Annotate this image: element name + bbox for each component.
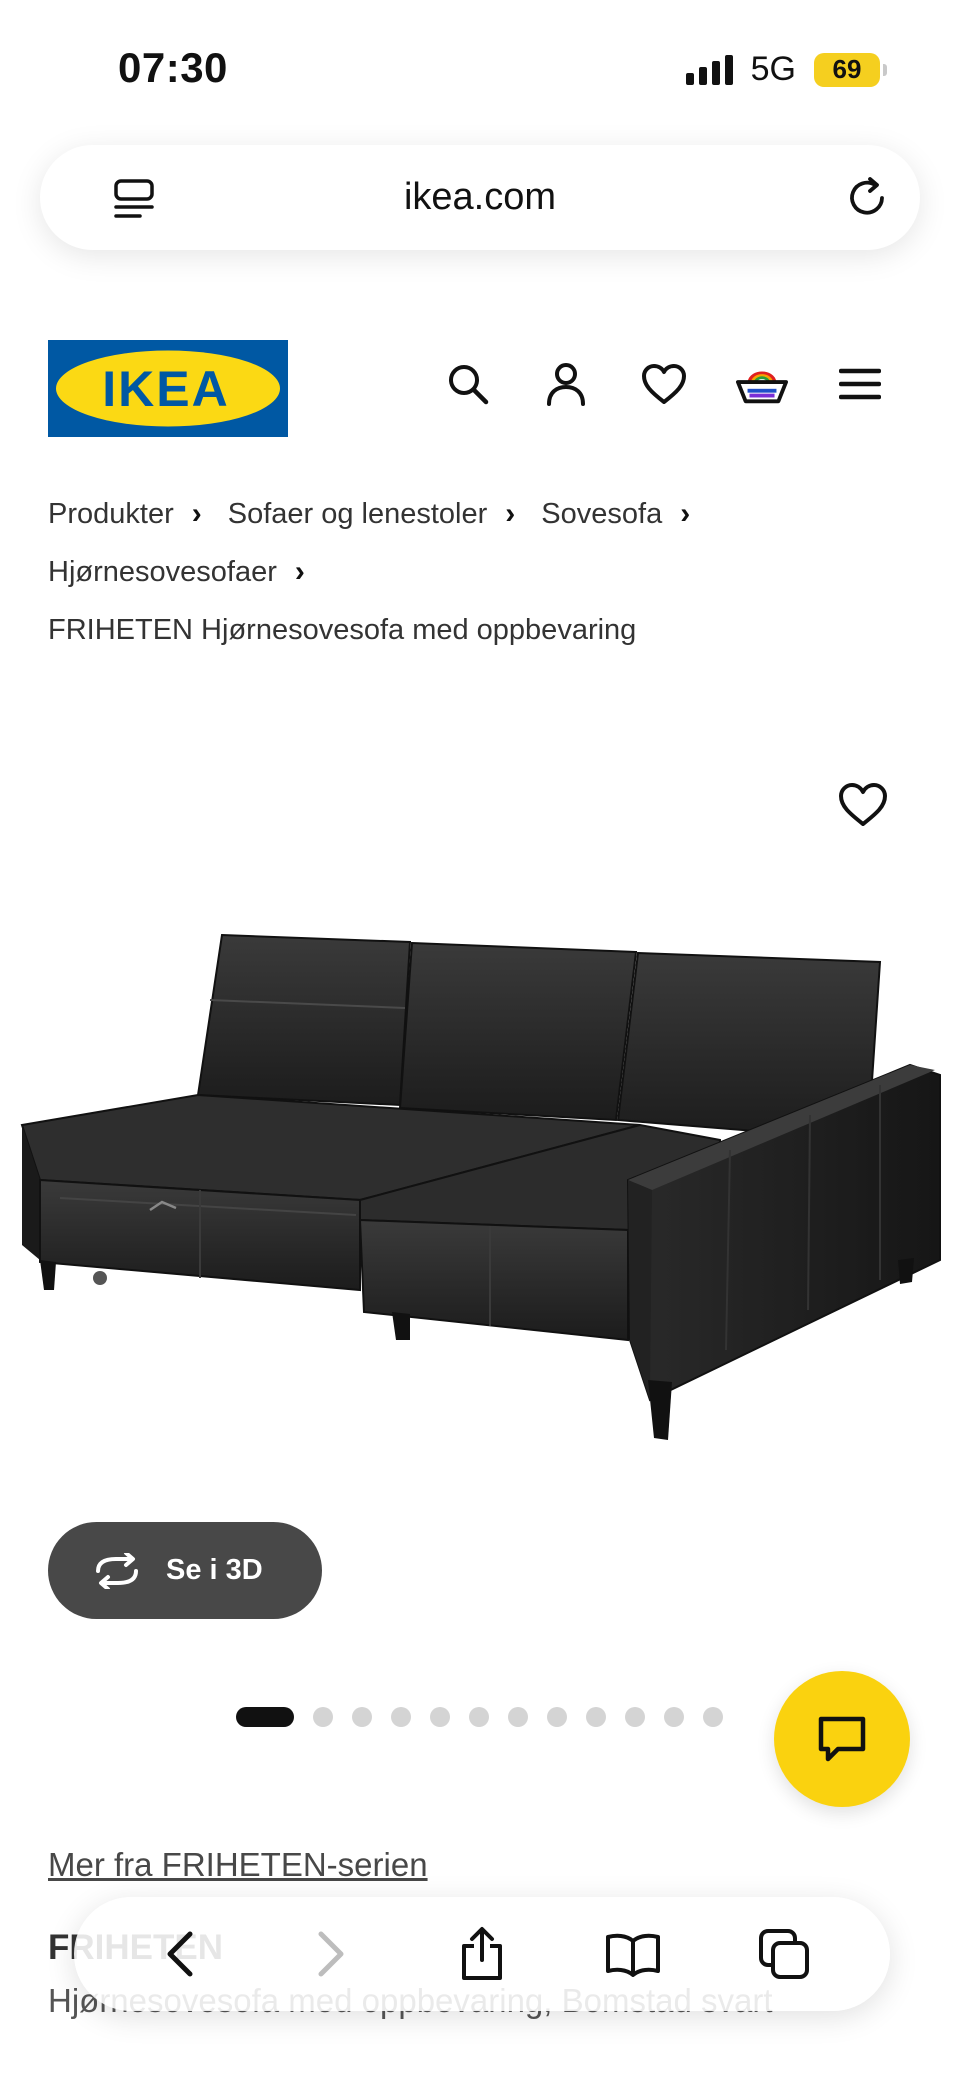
status-indicators: 5G 69 — [685, 50, 887, 89]
bookmarks-button[interactable] — [602, 1923, 664, 1985]
carousel-dot[interactable] — [352, 1707, 372, 1727]
series-link[interactable]: Mer fra FRIHETEN-serien — [48, 1846, 428, 1884]
logo-text: IKEA — [102, 361, 229, 417]
menu-icon[interactable] — [834, 358, 886, 410]
chevron-right-icon: › — [294, 555, 305, 588]
carousel-dot[interactable] — [391, 1707, 411, 1727]
carousel-dot[interactable] — [236, 1707, 294, 1727]
carousel-dot[interactable] — [703, 1707, 723, 1727]
network-type: 5G — [750, 50, 796, 88]
breadcrumb-item-hjornesovesofaer[interactable]: Hjørnesovesofaer — [48, 543, 277, 601]
reload-icon[interactable] — [844, 175, 890, 221]
page-menu-icon[interactable] — [112, 177, 156, 221]
view-3d-button[interactable]: Se i 3D — [48, 1522, 322, 1619]
view-3d-label: Se i 3D — [166, 1554, 263, 1586]
share-icon — [461, 1927, 502, 1980]
user-icon[interactable] — [540, 358, 592, 410]
breadcrumb-item-sofaer[interactable]: Sofaer og lenestoler — [228, 485, 488, 543]
carousel-dot[interactable] — [508, 1707, 528, 1727]
chat-button[interactable] — [774, 1671, 910, 1807]
carousel-dot[interactable] — [469, 1707, 489, 1727]
rotate-3d-icon — [96, 1552, 138, 1589]
breadcrumb-current: FRIHETEN Hjørnesovesofa med oppbevaring — [48, 614, 637, 646]
tabs-icon — [759, 1929, 810, 1979]
book-icon — [606, 1933, 661, 1977]
chevron-right-icon: › — [680, 497, 691, 530]
breadcrumb-item-sovesofa[interactable]: Sovesofa — [541, 485, 662, 543]
carousel-dot[interactable] — [586, 1707, 606, 1727]
chevron-right-icon: › — [191, 497, 202, 530]
carousel-dot[interactable] — [547, 1707, 567, 1727]
address-bar[interactable]: ikea.com — [40, 145, 920, 250]
status-bar: 07:30 5G 69 — [0, 0, 960, 130]
status-time: 07:30 — [118, 44, 228, 91]
forward-button[interactable] — [300, 1923, 362, 1985]
url-text[interactable]: ikea.com — [404, 176, 556, 219]
share-button[interactable] — [451, 1923, 513, 1985]
battery-indicator: 69 — [814, 52, 887, 87]
carousel-dot[interactable] — [664, 1707, 684, 1727]
carousel-dot[interactable] — [625, 1707, 645, 1727]
header-actions — [442, 358, 886, 410]
chevron-left-icon — [167, 1931, 193, 1977]
chevron-right-icon: › — [505, 497, 516, 530]
cart-icon[interactable] — [736, 358, 788, 410]
product-image[interactable] — [0, 880, 960, 1460]
signal-icon — [685, 54, 733, 85]
carousel-dot[interactable] — [313, 1707, 333, 1727]
carousel-dot[interactable] — [430, 1707, 450, 1727]
breadcrumb-item-produkter[interactable]: Produkter — [48, 485, 174, 543]
favourite-heart-icon[interactable] — [838, 780, 888, 830]
browser-toolbar — [74, 1897, 890, 2011]
chat-icon — [818, 1716, 866, 1762]
breadcrumb: Produkter › Sofaer og lenestoler › Soves… — [48, 485, 918, 659]
back-button[interactable] — [149, 1923, 211, 1985]
ikea-logo[interactable]: IKEA — [48, 340, 288, 437]
search-icon[interactable] — [442, 358, 494, 410]
chevron-right-icon — [318, 1931, 344, 1977]
heart-icon[interactable] — [638, 358, 690, 410]
carousel-indicator — [236, 1707, 723, 1727]
tabs-button[interactable] — [753, 1923, 815, 1985]
